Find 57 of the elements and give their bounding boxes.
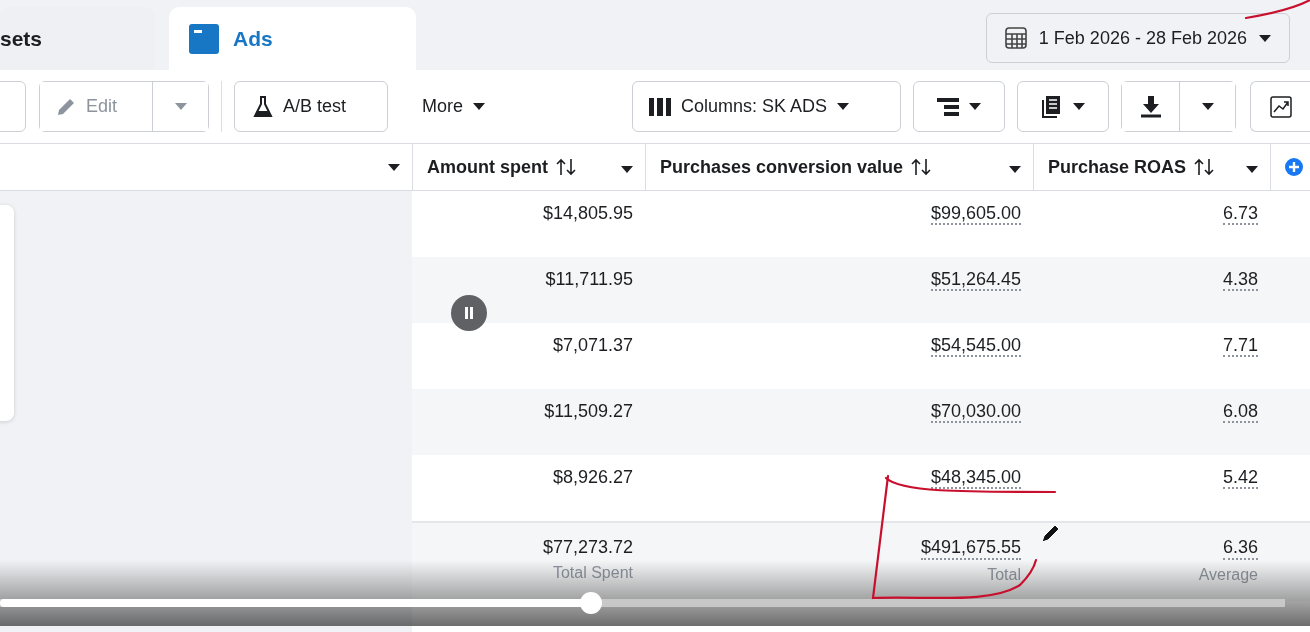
table-cell: $51,264.45 <box>930 269 1021 291</box>
table-cell: $70,030.00 <box>930 401 1021 423</box>
calendar-icon <box>1004 27 1027 49</box>
breakdown-icon <box>937 97 959 116</box>
caret-icon <box>1259 34 1271 42</box>
total-label: Total Spent <box>552 564 633 582</box>
table-cell: 7.71 <box>1222 335 1258 357</box>
corner-annotation <box>1244 0 1310 20</box>
download-icon <box>1140 95 1161 118</box>
sort-icon[interactable] <box>556 158 576 176</box>
caret-icon <box>174 103 187 110</box>
column-header[interactable]: Amount spent <box>412 144 645 190</box>
table-cell: $11,509.27 <box>544 401 633 421</box>
columns-icon <box>649 97 671 116</box>
table-cell: 5.42 <box>1222 467 1258 489</box>
table-cell: 6.73 <box>1222 203 1258 225</box>
sort-icon[interactable] <box>1194 158 1215 176</box>
table-cell: $11,711.95 <box>545 269 633 289</box>
columns-button[interactable]: Columns: SK ADS <box>632 81 901 132</box>
total-value: $77,273.72 <box>542 537 633 558</box>
table-cell: 6.08 <box>1222 401 1258 423</box>
sort-icon[interactable] <box>911 158 932 176</box>
tab[interactable]: Ads <box>169 7 416 70</box>
dropdown-icon <box>621 165 633 173</box>
ab-test-button[interactable]: A/B test <box>234 81 388 132</box>
total-value: 6.36 <box>1222 537 1258 560</box>
table-cell: $48,345.00 <box>930 467 1021 489</box>
table-cell: 4.38 <box>1222 269 1258 291</box>
dropdown-icon <box>1009 165 1021 173</box>
table-cell: $14,805.95 <box>542 203 633 223</box>
flask-icon <box>253 95 273 118</box>
pencil-icon <box>56 96 76 117</box>
table-cell: $8,926.27 <box>552 467 633 487</box>
caret-icon <box>1073 103 1085 110</box>
total-value: $491,675.55 <box>920 537 1021 560</box>
line-chart-icon <box>1269 95 1292 118</box>
dropdown-icon <box>388 163 400 171</box>
ads-icon <box>189 23 219 54</box>
table-cell: $99,605.00 <box>930 203 1021 225</box>
reports-button[interactable] <box>1017 81 1109 132</box>
caret-icon <box>837 103 850 110</box>
column-header[interactable]: Purchases conversion value <box>645 144 1033 190</box>
column-header[interactable]: Purchase ROAS <box>1033 144 1270 190</box>
table-cell: $7,071.37 <box>552 335 633 355</box>
breakdown-button[interactable] <box>913 81 1005 132</box>
pause-icon <box>464 307 474 319</box>
total-label: Average <box>1198 566 1258 584</box>
dropdown-icon <box>1246 165 1258 173</box>
date-range-button[interactable]: 1 Feb 2026 - 28 Feb 2026 <box>985 13 1290 63</box>
table-cell: $54,545.00 <box>930 335 1021 357</box>
add-column-icon[interactable] <box>1285 158 1303 176</box>
caret-icon <box>473 103 485 110</box>
reports-icon <box>1041 95 1063 118</box>
total-label: Total <box>987 566 1021 584</box>
caret-icon <box>969 103 981 110</box>
chart-button[interactable] <box>1250 81 1310 132</box>
caret-icon <box>1201 103 1214 110</box>
